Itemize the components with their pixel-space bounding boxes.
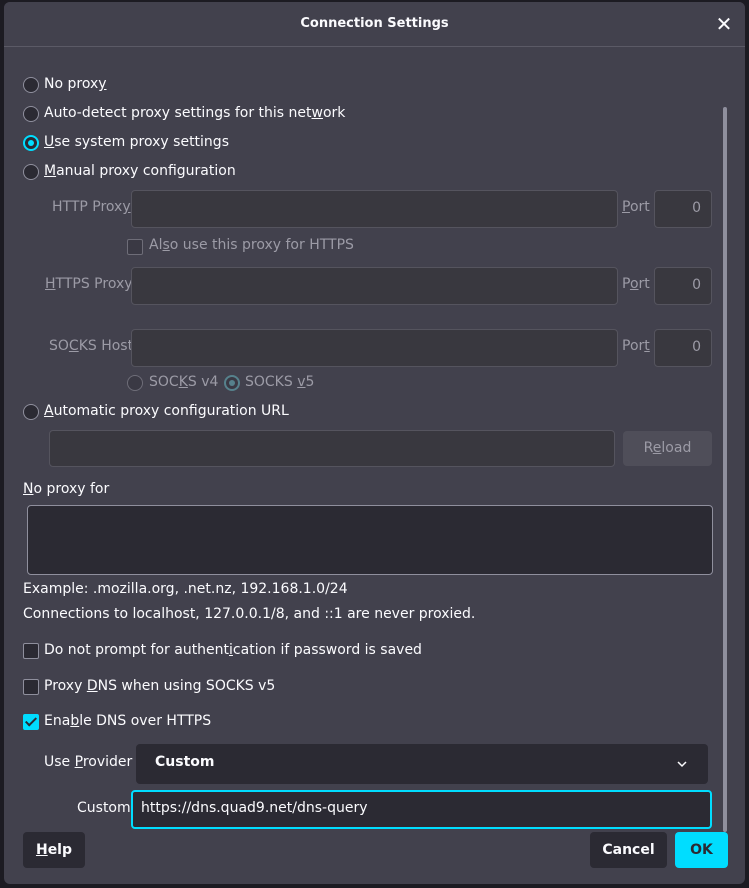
no-proxy-radio[interactable] [23,77,39,93]
https-port-label: Port [622,276,650,292]
also-use-https-label: Also use this proxy for HTTPS [149,237,354,253]
also-use-https-checkbox[interactable] [127,239,143,255]
proxy-dns-checkbox[interactable] [23,679,39,695]
localhost-note: Connections to localhost, 127.0.0.1/8, a… [23,606,476,622]
cancel-button[interactable]: Cancel [590,832,667,868]
use-provider-label: Use Provider [44,754,133,770]
custom-doh-label: Custom [77,800,131,816]
http-proxy-label: HTTP Proxy [52,199,131,215]
http-port-label: Port [622,199,650,215]
https-proxy-input[interactable] [131,267,618,305]
http-port-input[interactable]: 0 [654,190,712,228]
auto-proxy-url-radio[interactable] [23,404,39,420]
socks-v5-radio[interactable] [224,375,240,391]
socks-port-label: Port [622,338,650,354]
dialog-title: Connection Settings [300,16,449,31]
http-proxy-input[interactable] [131,190,618,228]
no-proxy-textarea[interactable] [27,505,713,575]
dialog-titlebar: Connection Settings ✕ [4,2,745,47]
no-prompt-auth-checkbox[interactable] [23,643,39,659]
http-port-value: 0 [692,200,701,216]
auto-proxy-url-label: Automatic proxy configuration URL [44,403,289,419]
socks-v4-label: SOCKS v4 [149,374,219,390]
no-prompt-auth-label: Do not prompt for authentication if pass… [44,642,422,658]
help-button[interactable]: Help [23,832,85,868]
manual-proxy-radio[interactable] [23,164,39,180]
close-icon[interactable]: ✕ [714,14,734,34]
auto-detect-radio[interactable] [23,106,39,122]
https-proxy-label: HTTPS Proxy [45,276,133,292]
cutoff-heading [23,47,183,51]
dialog-content: No proxy Auto-detect proxy settings for … [4,47,745,837]
no-proxy-label: No proxy [44,76,107,92]
proxy-dns-label: Proxy DNS when using SOCKS v5 [44,678,276,694]
no-proxy-example: Example: .mozilla.org, .net.nz, 192.168.… [23,581,348,597]
socks-v4-radio[interactable] [127,375,143,391]
manual-proxy-label: Manual proxy configuration [44,163,236,179]
chevron-down-icon [677,761,687,768]
socks-host-input[interactable] [131,329,618,367]
enable-doh-checkbox[interactable] [23,714,39,730]
auto-proxy-url-input[interactable] [49,430,615,467]
https-port-value: 0 [692,277,701,293]
system-proxy-radio[interactable] [23,135,39,151]
socks-host-label: SOCKS Host [49,338,134,354]
custom-doh-value: https://dns.quad9.net/dns-query [141,800,368,816]
socks-v5-label: SOCKS v5 [245,374,315,390]
enable-doh-label: Enable DNS over HTTPS [44,713,212,729]
no-proxy-for-label: No proxy for [23,481,110,497]
ok-button[interactable]: OK [675,832,728,868]
reload-button[interactable]: Reload [623,431,712,466]
socks-port-input[interactable]: 0 [654,329,712,367]
auto-detect-label: Auto-detect proxy settings for this netw… [44,105,346,121]
custom-doh-input[interactable]: https://dns.quad9.net/dns-query [131,790,712,829]
scrollbar-thumb[interactable] [723,107,727,832]
provider-selected-value: Custom [155,754,215,770]
system-proxy-label: Use system proxy settings [44,134,229,150]
socks-port-value: 0 [692,339,701,355]
https-port-input[interactable]: 0 [654,267,712,305]
provider-select[interactable]: Custom [136,744,708,784]
connection-settings-dialog: Connection Settings ✕ No proxy Auto-dete… [4,2,745,884]
